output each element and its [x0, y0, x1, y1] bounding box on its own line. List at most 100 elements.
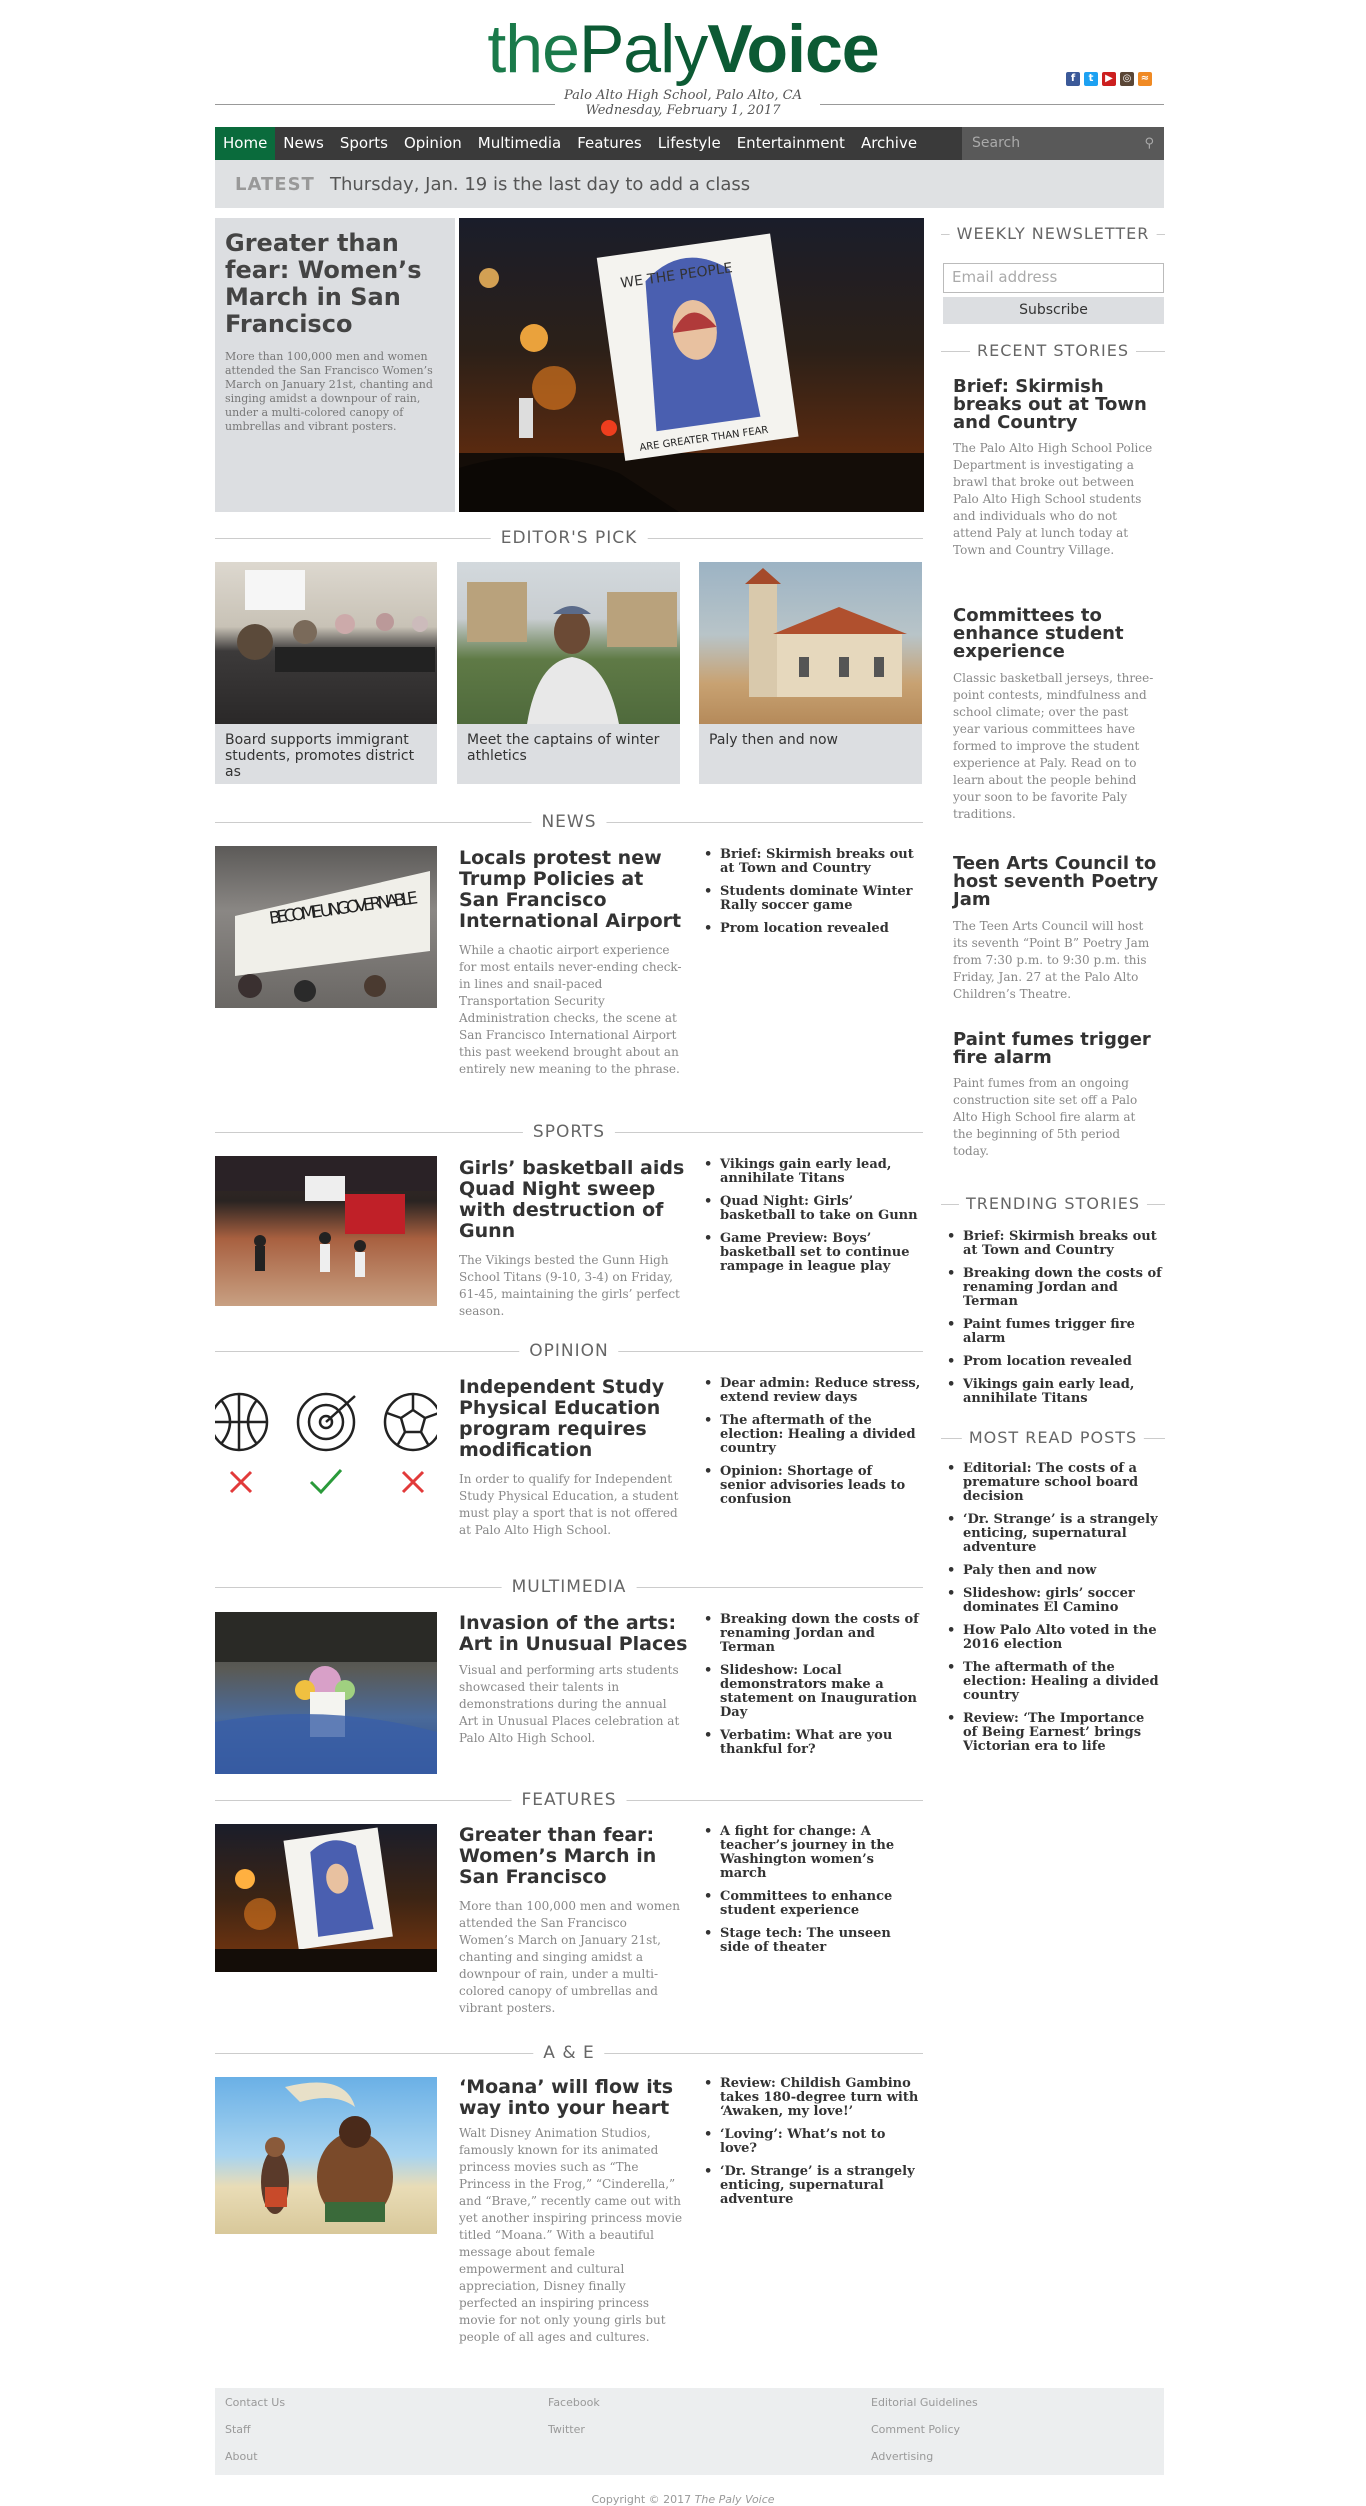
trending-item[interactable]: Paint fumes trigger fire alarm — [943, 1318, 1163, 1346]
recent-story-title-2[interactable]: Committees to enhance student experience — [953, 607, 1163, 661]
features-link-1[interactable]: A fight for change: A teacher’s journey … — [700, 1825, 922, 1881]
newsletter-heading: WEEKLY NEWSLETTER — [941, 224, 1165, 244]
search-icon[interactable]: ⚲ — [1144, 127, 1154, 160]
sports-link-2[interactable]: Quad Night: Girls’ basketball to take on… — [700, 1195, 922, 1223]
nav-sports[interactable]: Sports — [332, 127, 396, 160]
opinion-image[interactable] — [215, 1382, 437, 1500]
ae-link-1[interactable]: Review: Childish Gambino takes 180-degre… — [700, 2077, 922, 2119]
most-read-item[interactable]: Slideshow: girls’ soccer dominates El Ca… — [943, 1587, 1163, 1615]
multimedia-link-3[interactable]: Verbatim: What are you thankful for? — [700, 1729, 922, 1757]
pick-caption-captains[interactable]: Meet the captains of winter athletics — [457, 724, 680, 784]
nav-archive[interactable]: Archive — [853, 127, 925, 160]
pick-caption-paly[interactable]: Paly then and now — [699, 724, 922, 784]
pick-image-paly[interactable] — [699, 562, 922, 724]
news-link-1[interactable]: Brief: Skirmish breaks out at Town and C… — [700, 848, 922, 876]
sports-story-title[interactable]: Girls’ basketball aids Quad Night sweep … — [459, 1158, 689, 1242]
opinion-link-2[interactable]: The aftermath of the election: Healing a… — [700, 1414, 922, 1456]
social-links: f t ▶ ◎ ≈ — [1066, 72, 1152, 86]
trending-item[interactable]: Brief: Skirmish breaks out at Town and C… — [943, 1230, 1163, 1258]
news-heading: NEWS — [215, 812, 923, 832]
nav-lifestyle[interactable]: Lifestyle — [650, 127, 729, 160]
nav-entertainment[interactable]: Entertainment — [729, 127, 853, 160]
trending-item[interactable]: Prom location revealed — [943, 1355, 1163, 1370]
nav-features[interactable]: Features — [569, 127, 650, 160]
hero-title[interactable]: Greater than fear: Women’s March in San … — [225, 230, 447, 338]
opinion-heading: OPINION — [215, 1341, 923, 1361]
opinion-link-3[interactable]: Opinion: Shortage of senior advisories l… — [700, 1465, 922, 1507]
ae-story-title[interactable]: ‘Moana’ will flow its way into your hear… — [459, 2077, 689, 2119]
footer-link-about[interactable]: About — [225, 2450, 285, 2463]
sports-story-summary: The Vikings bested the Gunn High School … — [459, 1253, 680, 1318]
news-link-2[interactable]: Students dominate Winter Rally soccer ga… — [700, 885, 922, 913]
trending-item[interactable]: Breaking down the costs of renaming Jord… — [943, 1267, 1163, 1309]
youtube-icon[interactable]: ▶ — [1102, 72, 1116, 86]
hero-panel: Greater than fear: Women’s March in San … — [215, 218, 455, 512]
twitter-icon[interactable]: t — [1084, 72, 1098, 86]
hero-summary: More than 100,000 men and women attended… — [225, 350, 433, 433]
multimedia-links: Breaking down the costs of renaming Jord… — [700, 1613, 922, 1766]
current-date: Wednesday, February 1, 2017 — [585, 103, 781, 118]
opinion-story-title[interactable]: Independent Study Physical Education pro… — [459, 1377, 689, 1461]
recent-story-title-1[interactable]: Brief: Skirmish breaks out at Town and C… — [953, 378, 1163, 432]
multimedia-link-2[interactable]: Slideshow: Local demonstrators make a st… — [700, 1664, 922, 1720]
womens-march-photo: WE THE PEOPLE ARE GREATER THAN FEAR — [459, 233, 924, 512]
facebook-icon[interactable]: f — [1066, 72, 1080, 86]
features-story-title[interactable]: Greater than fear: Women’s March in San … — [459, 1825, 689, 1888]
footer-link-advertising[interactable]: Advertising — [871, 2450, 978, 2463]
site-logo[interactable]: thePalyVoice — [0, 12, 1366, 86]
multimedia-image[interactable] — [215, 1612, 437, 1774]
features-link-3[interactable]: Stage tech: The unseen side of theater — [700, 1927, 922, 1955]
ae-link-3[interactable]: ‘Dr. Strange’ is a strangely enticing, s… — [700, 2165, 922, 2207]
most-read-item[interactable]: How Palo Alto voted in the 2016 election — [943, 1624, 1163, 1652]
subscribe-button[interactable]: Subscribe — [943, 297, 1164, 324]
nav-multimedia[interactable]: Multimedia — [470, 127, 569, 160]
features-heading: FEATURES — [215, 1790, 923, 1810]
search-input[interactable]: Search ⚲ — [962, 127, 1164, 160]
footer-link-comment-policy[interactable]: Comment Policy — [871, 2423, 978, 2436]
hero-image[interactable]: WE THE PEOPLE ARE GREATER THAN FEAR — [459, 218, 924, 512]
email-field[interactable]: Email address — [943, 263, 1164, 293]
footer-link-contact[interactable]: Contact Us — [225, 2396, 285, 2409]
most-read-item[interactable]: Review: ‘The Importance of Being Earnest… — [943, 1712, 1163, 1754]
multimedia-link-1[interactable]: Breaking down the costs of renaming Jord… — [700, 1613, 922, 1655]
latest-headline[interactable]: Thursday, Jan. 19 is the last day to add… — [330, 174, 750, 195]
opinion-link-1[interactable]: Dear admin: Reduce stress, extend review… — [700, 1377, 922, 1405]
sports-heading: SPORTS — [215, 1122, 923, 1142]
most-read-item[interactable]: The aftermath of the election: Healing a… — [943, 1661, 1163, 1703]
pick-image-board[interactable] — [215, 562, 437, 724]
trending-item[interactable]: Vikings gain early lead, annihilate Tita… — [943, 1378, 1163, 1406]
rss-icon[interactable]: ≈ — [1138, 72, 1152, 86]
features-link-2[interactable]: Committees to enhance student experience — [700, 1890, 922, 1918]
footer-col-3: Editorial Guidelines Comment Policy Adve… — [871, 2396, 978, 2477]
nav-opinion[interactable]: Opinion — [396, 127, 470, 160]
latest-ticker: LATEST Thursday, Jan. 19 is the last day… — [215, 160, 1164, 208]
ae-image[interactable] — [215, 2077, 437, 2234]
footer-link-staff[interactable]: Staff — [225, 2423, 285, 2436]
instagram-icon[interactable]: ◎ — [1120, 72, 1134, 86]
sports-image[interactable] — [215, 1156, 437, 1306]
footer-link-guidelines[interactable]: Editorial Guidelines — [871, 2396, 978, 2409]
most-read-item[interactable]: Editorial: The costs of a premature scho… — [943, 1462, 1163, 1504]
footer-link-facebook[interactable]: Facebook — [548, 2396, 600, 2409]
ae-link-2[interactable]: ‘Loving’: What’s not to love? — [700, 2128, 922, 2156]
nav-home[interactable]: Home — [215, 127, 276, 160]
most-read-list: Editorial: The costs of a premature scho… — [943, 1462, 1163, 1763]
sports-link-3[interactable]: Game Preview: Boys’ basketball set to co… — [700, 1232, 922, 1274]
most-read-item[interactable]: ‘Dr. Strange’ is a strangely enticing, s… — [943, 1513, 1163, 1555]
sports-link-1[interactable]: Vikings gain early lead, annihilate Tita… — [700, 1158, 922, 1186]
recent-story-title-3[interactable]: Teen Arts Council to host seventh Poetry… — [953, 855, 1163, 909]
multimedia-story-title[interactable]: Invasion of the arts: Art in Unusual Pla… — [459, 1613, 689, 1655]
most-read-heading: MOST READ POSTS — [941, 1428, 1165, 1448]
footer-col-1: Contact Us Staff About — [225, 2396, 285, 2477]
footer-link-twitter[interactable]: Twitter — [548, 2423, 600, 2436]
nav-news[interactable]: News — [275, 127, 332, 160]
news-image[interactable]: BECOME UNGOVERNABLE — [215, 846, 437, 1008]
pick-image-captains[interactable] — [457, 562, 680, 724]
features-image[interactable] — [215, 1824, 437, 1972]
pick-caption-board[interactable]: Board supports immigrant students, promo… — [215, 724, 437, 784]
recent-story-title-4[interactable]: Paint fumes trigger fire alarm — [953, 1031, 1163, 1067]
news-story-title[interactable]: Locals protest new Trump Policies at San… — [459, 848, 689, 932]
most-read-item[interactable]: Paly then and now — [943, 1564, 1163, 1579]
news-link-3[interactable]: Prom location revealed — [700, 922, 922, 937]
opinion-links: Dear admin: Reduce stress, extend review… — [700, 1377, 922, 1516]
